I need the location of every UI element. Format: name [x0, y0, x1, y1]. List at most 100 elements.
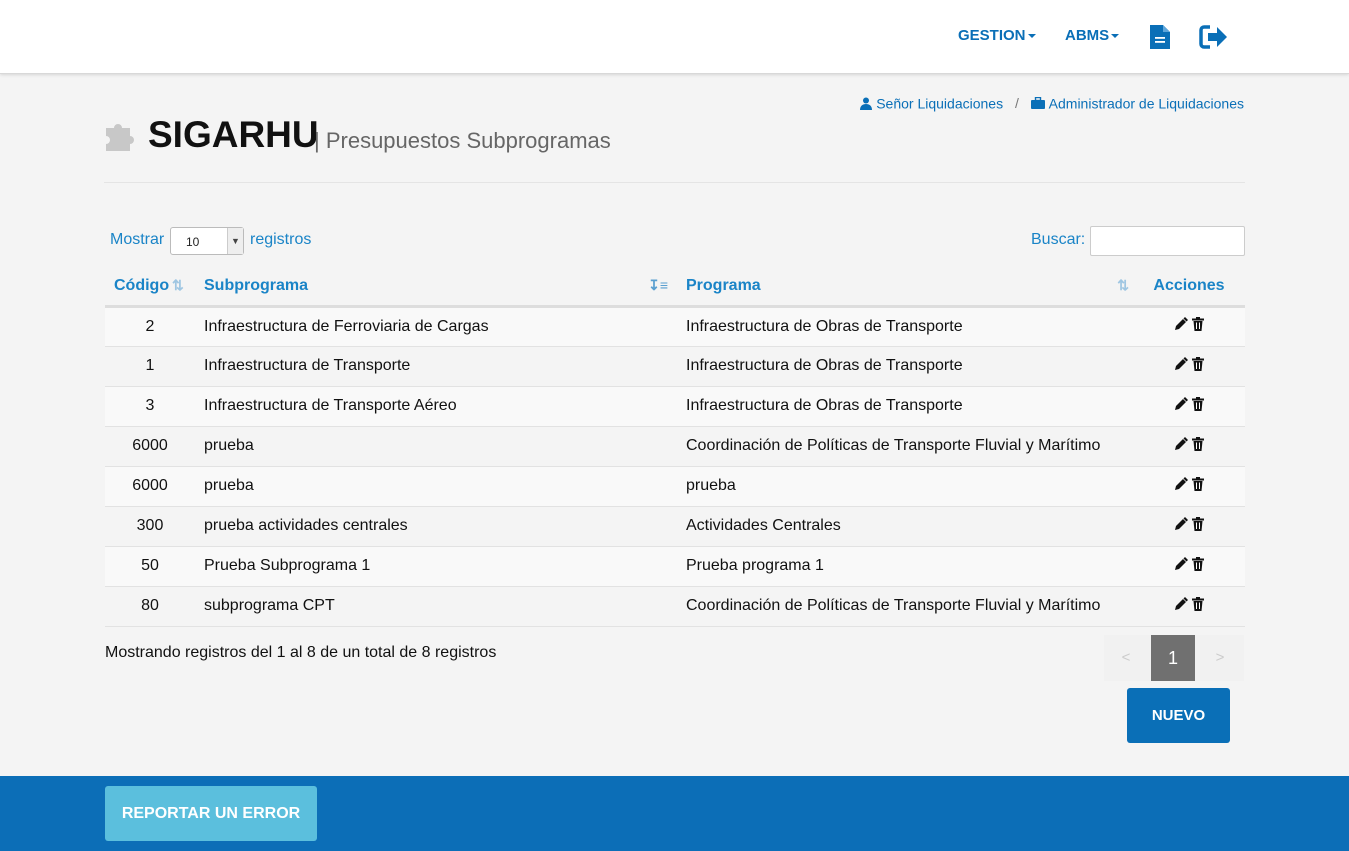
cell-acciones	[1133, 586, 1245, 627]
cell-subprograma: subprograma CPT	[195, 586, 676, 627]
column-header-subprograma[interactable]: Subprograma ↧≡	[195, 268, 676, 308]
sort-both-icon: ⇅	[172, 277, 184, 293]
cell-programa: Actividades Centrales	[676, 506, 1133, 547]
delete-trash-icon[interactable]	[1192, 516, 1204, 536]
table-row: 6000 prueba prueba	[105, 466, 1245, 507]
cell-codigo: 1	[105, 346, 195, 387]
delete-trash-icon[interactable]	[1192, 436, 1204, 456]
cell-codigo: 50	[105, 546, 195, 587]
column-header-codigo-label: Código	[114, 277, 170, 295]
breadcrumb-separator: /	[1014, 95, 1019, 112]
edit-pencil-icon[interactable]	[1174, 556, 1188, 576]
table-body: 2 Infraestructura de Ferroviaria de Carga…	[105, 306, 1245, 627]
cell-programa: prueba	[676, 466, 1133, 507]
nav-gestion-label: GESTION	[958, 27, 1026, 44]
nav-abms-label: ABMS	[1065, 27, 1110, 44]
edit-pencil-icon[interactable]	[1174, 436, 1188, 456]
delete-trash-icon[interactable]	[1192, 356, 1204, 376]
nav-abms-menu[interactable]: ABMS	[1065, 27, 1120, 44]
search-input[interactable]	[1090, 226, 1245, 256]
edit-pencil-icon[interactable]	[1174, 596, 1188, 616]
table-row: 50 Prueba Subprograma 1 Prueba programa 1	[105, 546, 1245, 587]
pagination-prev[interactable]: <	[1104, 635, 1148, 681]
cell-acciones	[1133, 506, 1245, 547]
edit-pencil-icon[interactable]	[1174, 317, 1188, 336]
cell-codigo: 3	[105, 386, 195, 427]
briefcase-icon	[1030, 97, 1045, 110]
cell-acciones	[1133, 426, 1245, 467]
cell-acciones	[1133, 306, 1245, 347]
cell-programa: Infraestructura de Obras de Transporte	[676, 346, 1133, 387]
edit-pencil-icon[interactable]	[1174, 516, 1188, 536]
cell-codigo: 2	[105, 306, 195, 347]
cell-codigo: 6000	[105, 426, 195, 467]
delete-trash-icon[interactable]	[1192, 317, 1204, 336]
pagination: < 1 >	[1104, 635, 1244, 681]
cell-programa: Coordinación de Políticas de Transporte …	[676, 426, 1133, 467]
table-row: 6000 prueba Coordinación de Políticas de T…	[105, 426, 1245, 467]
page-length-value: 10	[186, 235, 200, 249]
pagination-next[interactable]: >	[1198, 635, 1242, 681]
edit-pencil-icon[interactable]	[1174, 356, 1188, 376]
subprogramas-table: Código ⇅ Subprograma ↧≡ Programa ⇅ Accio…	[105, 268, 1245, 627]
column-header-programa[interactable]: Programa ⇅	[676, 268, 1133, 308]
records-label: registros	[250, 231, 312, 248]
top-navbar: GESTION ABMS	[0, 0, 1349, 74]
sort-ascending-icon: ↧≡	[648, 277, 668, 293]
cell-acciones	[1133, 386, 1245, 427]
breadcrumb: Señor Liquidaciones / Administrador de L…	[860, 94, 1244, 111]
breadcrumb-role[interactable]: Administrador de Liquidaciones	[1049, 95, 1244, 111]
document-icon[interactable]	[1149, 24, 1171, 55]
delete-trash-icon[interactable]	[1192, 596, 1204, 616]
table-row: 1 Infraestructura de Transporte Infraestru…	[105, 346, 1245, 387]
page-length-select[interactable]: 10 ▼	[170, 227, 244, 255]
report-error-button[interactable]: REPORTAR UN ERROR	[105, 786, 317, 841]
column-header-codigo[interactable]: Código ⇅	[105, 268, 195, 308]
cell-programa: Prueba programa 1	[676, 546, 1133, 587]
footer: REPORTAR UN ERROR	[0, 776, 1349, 851]
sort-both-icon: ⇅	[1117, 277, 1129, 293]
header-divider	[104, 182, 1245, 183]
cell-codigo: 6000	[105, 466, 195, 507]
delete-trash-icon[interactable]	[1192, 396, 1204, 416]
nav-gestion-menu[interactable]: GESTION	[958, 27, 1036, 44]
user-icon	[860, 97, 873, 110]
pagination-current-page[interactable]: 1	[1151, 635, 1195, 681]
cell-subprograma: Infraestructura de Transporte	[195, 346, 676, 387]
cell-subprograma: prueba	[195, 466, 676, 507]
cell-subprograma: Infraestructura de Transporte Aéreo	[195, 386, 676, 427]
cell-codigo: 300	[105, 506, 195, 547]
cell-programa: Coordinación de Políticas de Transporte …	[676, 586, 1133, 627]
search-label: Buscar:	[1031, 231, 1086, 248]
delete-trash-icon[interactable]	[1192, 476, 1204, 496]
caret-down-icon	[1027, 34, 1036, 39]
column-header-acciones: Acciones	[1133, 268, 1245, 308]
cell-acciones	[1133, 546, 1245, 587]
page-subtitle: | Presupuestos Subprogramas	[314, 128, 611, 153]
cell-acciones	[1133, 466, 1245, 507]
table-row: 2 Infraestructura de Ferroviaria de Carga…	[105, 306, 1245, 347]
cell-programa: Infraestructura de Obras de Transporte	[676, 306, 1133, 347]
cell-subprograma: prueba	[195, 426, 676, 467]
column-header-subprograma-label: Subprograma	[204, 277, 309, 295]
logout-icon[interactable]	[1199, 24, 1229, 55]
breadcrumb-user[interactable]: Señor Liquidaciones	[876, 95, 1003, 111]
new-button[interactable]: NUEVO	[1127, 688, 1230, 743]
column-header-acciones-label: Acciones	[1153, 277, 1225, 295]
cell-subprograma: Infraestructura de Ferroviaria de Cargas	[195, 306, 676, 347]
chevron-down-icon: ▼	[227, 228, 243, 254]
table-row: 3 Infraestructura de Transporte Aéreo Infr…	[105, 386, 1245, 427]
cell-subprograma: Prueba Subprograma 1	[195, 546, 676, 587]
edit-pencil-icon[interactable]	[1174, 476, 1188, 496]
table-row: 300 prueba actividades centrales Actividad…	[105, 506, 1245, 547]
table-row: 80 subprograma CPT Coordinación de Polític…	[105, 586, 1245, 627]
puzzle-icon	[106, 124, 134, 151]
delete-trash-icon[interactable]	[1192, 556, 1204, 576]
edit-pencil-icon[interactable]	[1174, 396, 1188, 416]
cell-codigo: 80	[105, 586, 195, 627]
cell-acciones	[1133, 346, 1245, 387]
cell-subprograma: prueba actividades centrales	[195, 506, 676, 547]
table-info: Mostrando registros del 1 al 8 de un tot…	[105, 644, 497, 661]
show-label: Mostrar	[110, 231, 165, 248]
cell-programa: Infraestructura de Obras de Transporte	[676, 386, 1133, 427]
